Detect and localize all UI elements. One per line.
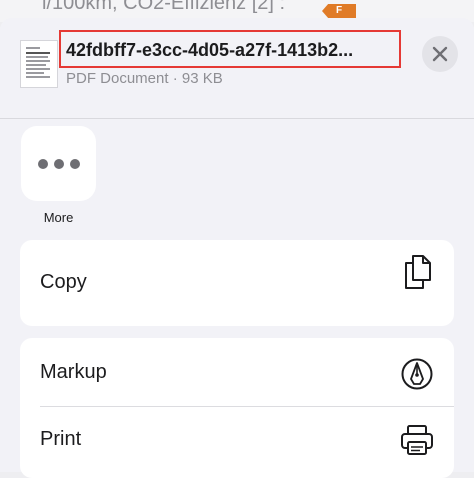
- markup-action[interactable]: Markup: [20, 340, 454, 406]
- close-button[interactable]: [422, 36, 458, 72]
- efficiency-badge: F: [322, 4, 356, 18]
- actions-group: Markup Print: [20, 338, 454, 478]
- background-text: l/100km, CO2-Effizienz [2] :: [42, 0, 286, 14]
- share-sheet-header: 42fdbff7-e3cc-4d05-a27f-1413b2... PDF Do…: [0, 18, 474, 119]
- more-button[interactable]: [21, 126, 96, 201]
- markup-label: Markup: [40, 361, 107, 383]
- markup-pen-icon: [401, 358, 433, 390]
- pdf-thumbnail-icon: [20, 40, 58, 88]
- close-icon: [432, 46, 448, 62]
- copy-label: Copy: [40, 271, 87, 293]
- copy-action[interactable]: Copy: [20, 250, 454, 316]
- file-title: 42fdbff7-e3cc-4d05-a27f-1413b2...: [66, 40, 354, 60]
- print-label: Print: [40, 428, 82, 450]
- copy-action-group: Copy: [20, 240, 454, 326]
- share-sheet: 42fdbff7-e3cc-4d05-a27f-1413b2... PDF Do…: [0, 18, 474, 478]
- more-label: More: [43, 210, 74, 225]
- file-subtitle: PDF Document · 93 KB: [66, 70, 223, 87]
- copy-icon: [405, 255, 431, 289]
- ellipsis-icon: [38, 159, 80, 169]
- printer-icon: [401, 425, 433, 455]
- print-action[interactable]: Print: [20, 407, 454, 473]
